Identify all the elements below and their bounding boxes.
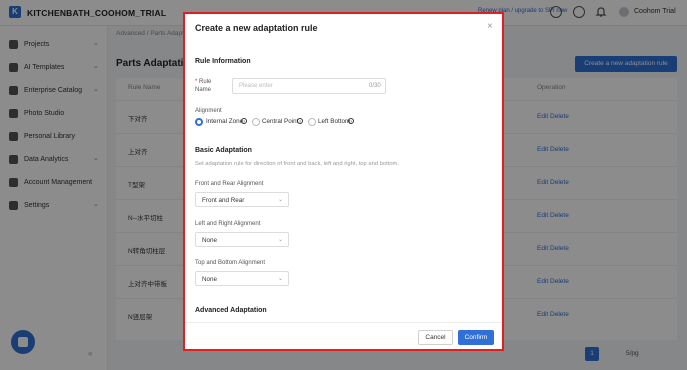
section-title-basic: Basic Adaptation: [195, 147, 252, 154]
select-value: None: [202, 276, 218, 283]
modal-title: Create a new adaptation rule: [195, 23, 318, 33]
cancel-button[interactable]: Cancel: [418, 330, 453, 345]
radio-label[interactable]: Internal Zone: [206, 118, 243, 125]
create-rule-modal: Create a new adaptation rule × Rule Info…: [183, 12, 504, 351]
radio-central-point[interactable]: [252, 118, 260, 126]
chevron-down-icon: ⌄: [278, 276, 284, 282]
rule-name-char-count: 0/30: [369, 83, 381, 89]
alignment-label: Alignment: [195, 108, 222, 114]
radio-left-bottom[interactable]: [308, 118, 316, 126]
modal-footer: Cancel Confirm: [185, 322, 502, 349]
select-value: Front and Rear: [202, 197, 245, 204]
confirm-button[interactable]: Confirm: [458, 330, 494, 345]
close-icon[interactable]: ×: [487, 21, 493, 32]
left-right-select[interactable]: None ⌄: [195, 232, 289, 247]
section-title-advanced: Advanced Adaptation: [195, 307, 267, 314]
top-bottom-label: Top and Bottom Alignment: [195, 260, 266, 266]
front-rear-select[interactable]: Front and Rear ⌄: [195, 192, 289, 207]
radio-label[interactable]: Central Point: [262, 118, 298, 125]
basic-adaptation-description: Set adaptation rule for direction of fro…: [195, 161, 399, 167]
section-title-rule-info: Rule Information: [195, 58, 251, 65]
front-rear-label: Front and Rear Alignment: [195, 181, 264, 187]
help-icon[interactable]: ?: [348, 118, 354, 124]
radio-internal-zone[interactable]: [195, 118, 203, 126]
rule-name-input[interactable]: Please enter 0/30: [232, 78, 386, 94]
help-icon[interactable]: ?: [297, 118, 303, 124]
select-value: None: [202, 237, 218, 244]
help-icon[interactable]: ?: [241, 118, 247, 124]
rule-name-placeholder: Please enter: [239, 83, 273, 89]
chevron-down-icon: ⌄: [278, 237, 284, 243]
rule-name-label: * Rule Name: [195, 78, 229, 94]
alignment-radio-group: Internal Zone ? Central Point ? Left Bot…: [195, 117, 495, 127]
left-right-label: Left and Right Alignment: [195, 221, 261, 227]
radio-label[interactable]: Left Bottom: [318, 118, 350, 125]
chevron-down-icon: ⌄: [278, 197, 284, 203]
top-bottom-select[interactable]: None ⌄: [195, 271, 289, 286]
